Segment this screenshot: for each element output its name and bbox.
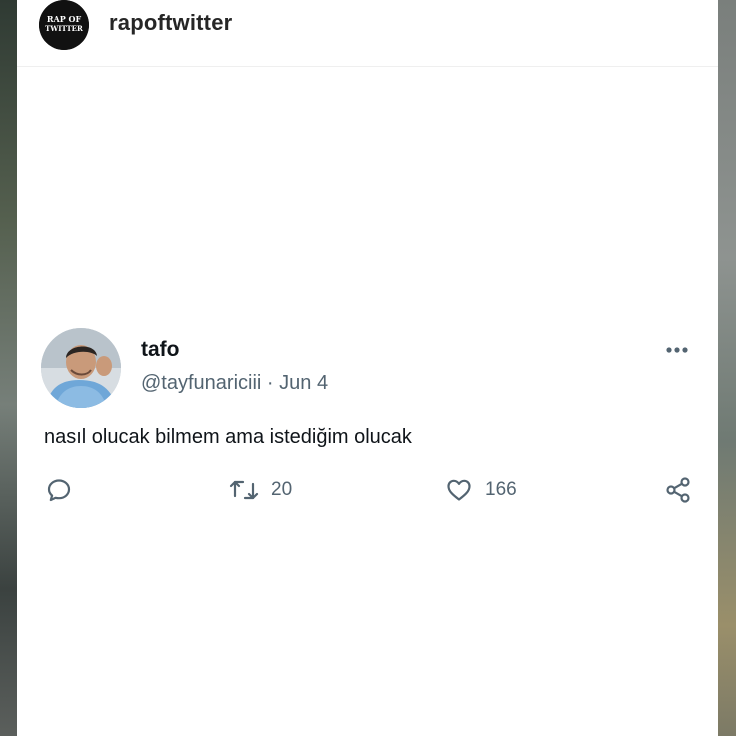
tweet-handle-line: @tayfunariciii · Jun 4 bbox=[141, 372, 328, 395]
account-username[interactable]: rapoftwitter bbox=[109, 10, 232, 36]
share-icon bbox=[666, 477, 690, 503]
post-card: RAP OF TWITTER rapoftwitter tafo @tayfun… bbox=[17, 0, 718, 736]
account-avatar[interactable]: RAP OF TWITTER bbox=[39, 0, 89, 50]
retweet-icon bbox=[229, 480, 259, 500]
retweet-button[interactable]: 20 bbox=[229, 474, 292, 506]
tweet-action-bar: 20 166 bbox=[17, 474, 718, 506]
avatar-photo-icon bbox=[41, 328, 121, 408]
tweet-handle[interactable]: @tayfunariciii bbox=[141, 372, 261, 394]
heart-icon bbox=[447, 479, 471, 501]
more-options-icon bbox=[666, 347, 688, 353]
handle-date-separator: · bbox=[266, 372, 274, 394]
background-blur-right bbox=[718, 0, 736, 736]
reply-icon bbox=[47, 479, 71, 502]
like-button[interactable]: 166 bbox=[445, 474, 517, 506]
svg-text:RAP OF: RAP OF bbox=[47, 14, 82, 24]
tweet-date[interactable]: Jun 4 bbox=[279, 372, 328, 394]
tweet-avatar[interactable] bbox=[41, 328, 121, 408]
svg-text:TWITTER: TWITTER bbox=[45, 24, 83, 33]
tweet-display-name[interactable]: tafo bbox=[141, 338, 180, 362]
share-button[interactable] bbox=[665, 474, 693, 506]
more-options-button[interactable] bbox=[663, 340, 695, 360]
rapoftwitter-logo-icon: RAP OF TWITTER bbox=[39, 0, 89, 50]
like-count: 166 bbox=[485, 479, 517, 500]
post-header: RAP OF TWITTER rapoftwitter bbox=[17, 0, 718, 67]
screenshot-stage: RAP OF TWITTER rapoftwitter tafo @tayfun… bbox=[0, 0, 736, 736]
background-blur-left bbox=[0, 0, 17, 736]
tweet-text: nasıl olucak bilmem ama istediğim olucak bbox=[44, 426, 412, 448]
reply-button[interactable] bbox=[45, 474, 73, 506]
retweet-count: 20 bbox=[271, 479, 293, 500]
